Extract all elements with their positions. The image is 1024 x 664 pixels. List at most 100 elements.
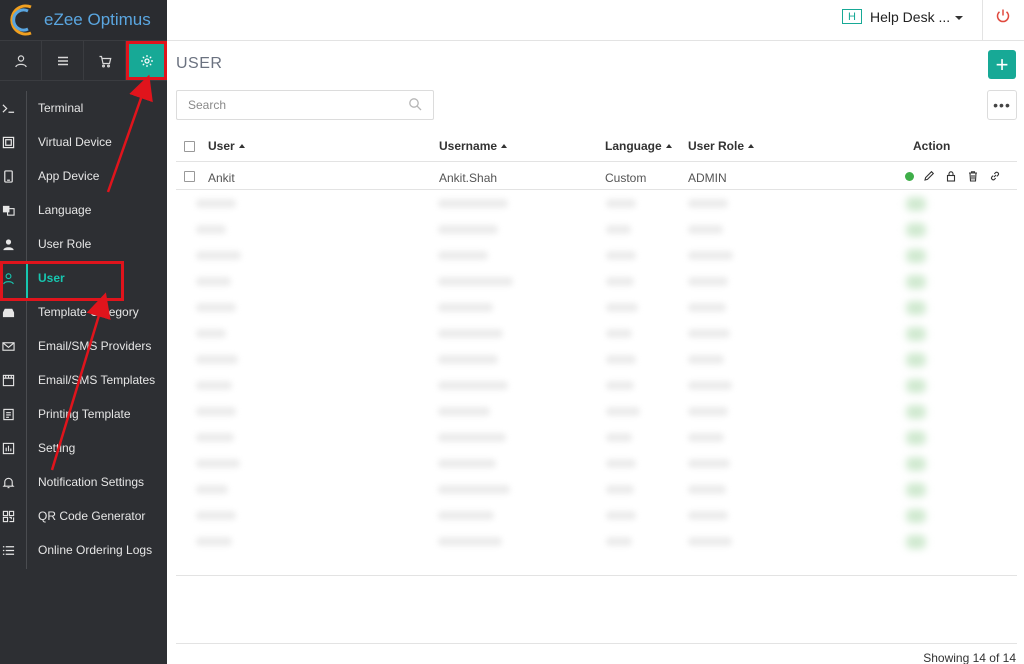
blurred-cell	[438, 407, 490, 416]
sidebar: eZee Optimus Terminal Virtual Device App…	[0, 0, 167, 664]
sidebar-item-printing-template[interactable]: Printing Template	[0, 397, 167, 431]
sidebar-item-template-category[interactable]: Template Category	[0, 295, 167, 329]
blurred-cell	[688, 433, 724, 442]
blurred-status	[906, 301, 926, 315]
blurred-status	[906, 223, 926, 237]
list-log-icon	[0, 542, 16, 558]
blurred-row	[176, 217, 1002, 243]
column-language[interactable]: Language	[605, 139, 672, 153]
print-doc-icon	[0, 406, 16, 422]
blurred-cell	[196, 303, 236, 312]
sidebar-item-email-sms-providers[interactable]: Email/SMS Providers	[0, 329, 167, 363]
blurred-cell	[606, 511, 636, 520]
blurred-cell	[438, 199, 508, 208]
sidebar-item-setting[interactable]: Setting	[0, 431, 167, 465]
blurred-cell	[606, 225, 631, 234]
blurred-row	[176, 321, 1002, 347]
blurred-cell	[606, 199, 636, 208]
blurred-row	[176, 347, 1002, 373]
blurred-cell	[196, 407, 236, 416]
sort-asc-icon	[665, 144, 672, 148]
blurred-cell	[606, 251, 636, 260]
column-user[interactable]: User	[208, 139, 245, 153]
column-user-role[interactable]: User Role	[688, 139, 755, 153]
sidebar-item-qr-code-generator[interactable]: QR Code Generator	[0, 499, 167, 533]
search-input[interactable]	[176, 90, 434, 120]
location-selector[interactable]: Help Desk ...	[870, 9, 950, 25]
sidebar-item-notification-settings[interactable]: Notification Settings	[0, 465, 167, 499]
sidebar-item-label: QR Code Generator	[38, 509, 146, 523]
sidebar-item-label: App Device	[38, 169, 100, 183]
link-icon[interactable]	[988, 169, 1002, 183]
sidebar-item-language[interactable]: Language	[0, 193, 167, 227]
blurred-row	[176, 451, 1002, 477]
sidebar-item-app-device[interactable]: App Device	[0, 159, 167, 193]
caret-down-icon[interactable]	[955, 16, 963, 20]
blurred-status	[906, 431, 926, 445]
cart-icon	[99, 55, 111, 68]
power-icon[interactable]	[995, 8, 1011, 24]
page-title: USER	[176, 55, 223, 72]
blurred-cell	[606, 459, 636, 468]
sidebar-item-email-sms-templates[interactable]: Email/SMS Templates	[0, 363, 167, 397]
sort-asc-icon	[748, 144, 755, 148]
select-all-checkbox[interactable]	[184, 141, 195, 152]
trash-icon[interactable]	[966, 169, 980, 183]
blurred-cell	[688, 407, 728, 416]
blurred-status	[906, 327, 926, 341]
blurred-cell	[438, 537, 502, 546]
blurred-cell	[438, 329, 503, 338]
sidebar-item-user-role[interactable]: User Role	[0, 227, 167, 261]
blurred-cell	[606, 303, 638, 312]
blurred-status	[906, 483, 926, 497]
blurred-status	[906, 509, 926, 523]
blurred-cell	[438, 381, 508, 390]
sidebar-item-terminal[interactable]: Terminal	[0, 91, 167, 125]
row-checkbox[interactable]	[184, 171, 195, 182]
sort-asc-icon	[501, 144, 508, 148]
brand[interactable]: eZee Optimus	[0, 0, 167, 40]
qr-icon	[0, 508, 16, 524]
sidebar-item-virtual-device[interactable]: Virtual Device	[0, 125, 167, 159]
add-user-button[interactable]: +	[988, 50, 1016, 79]
blurred-status	[906, 197, 926, 211]
tab-settings[interactable]	[126, 41, 167, 80]
blurred-cell	[606, 381, 634, 390]
user-icon	[0, 270, 16, 286]
location-badge: H	[842, 9, 862, 24]
phone-icon	[0, 168, 16, 184]
sidebar-item-label: User	[38, 271, 65, 285]
top-bar: H Help Desk ...	[167, 0, 1024, 41]
blurred-cell	[196, 511, 236, 520]
column-username[interactable]: Username	[439, 139, 508, 153]
footer-divider	[176, 643, 1017, 644]
cell-user: Ankit	[208, 171, 235, 185]
list-icon	[57, 56, 68, 65]
status-active-icon[interactable]	[905, 171, 914, 181]
blurred-cell	[196, 329, 226, 338]
blurred-cell	[196, 251, 241, 260]
blurred-cell	[438, 277, 513, 286]
lock-icon[interactable]	[944, 169, 958, 183]
blurred-cell	[196, 277, 231, 286]
more-options-button[interactable]: •••	[987, 90, 1017, 120]
blurred-row	[176, 477, 1002, 503]
tab-cart[interactable]	[84, 41, 126, 80]
person-icon	[14, 54, 27, 67]
blurred-status	[906, 353, 926, 367]
blurred-cell	[196, 537, 232, 546]
blurred-cell	[688, 537, 732, 546]
blurred-cell	[196, 485, 228, 494]
sidebar-item-label: User Role	[38, 237, 92, 251]
sidebar-menu: Terminal Virtual Device App Device Langu…	[0, 81, 167, 569]
sidebar-item-online-ordering-logs[interactable]: Online Ordering Logs	[0, 533, 167, 567]
tab-user[interactable]	[0, 41, 42, 80]
blurred-cell	[606, 329, 632, 338]
blurred-cell	[606, 537, 632, 546]
blurred-status	[906, 275, 926, 289]
table-row[interactable]: Ankit Ankit.Shah Custom ADMIN	[176, 162, 1017, 190]
blurred-status	[906, 405, 926, 419]
blurred-cell	[688, 485, 726, 494]
edit-pencil-icon[interactable]	[922, 169, 936, 183]
tab-menu[interactable]	[42, 41, 84, 80]
